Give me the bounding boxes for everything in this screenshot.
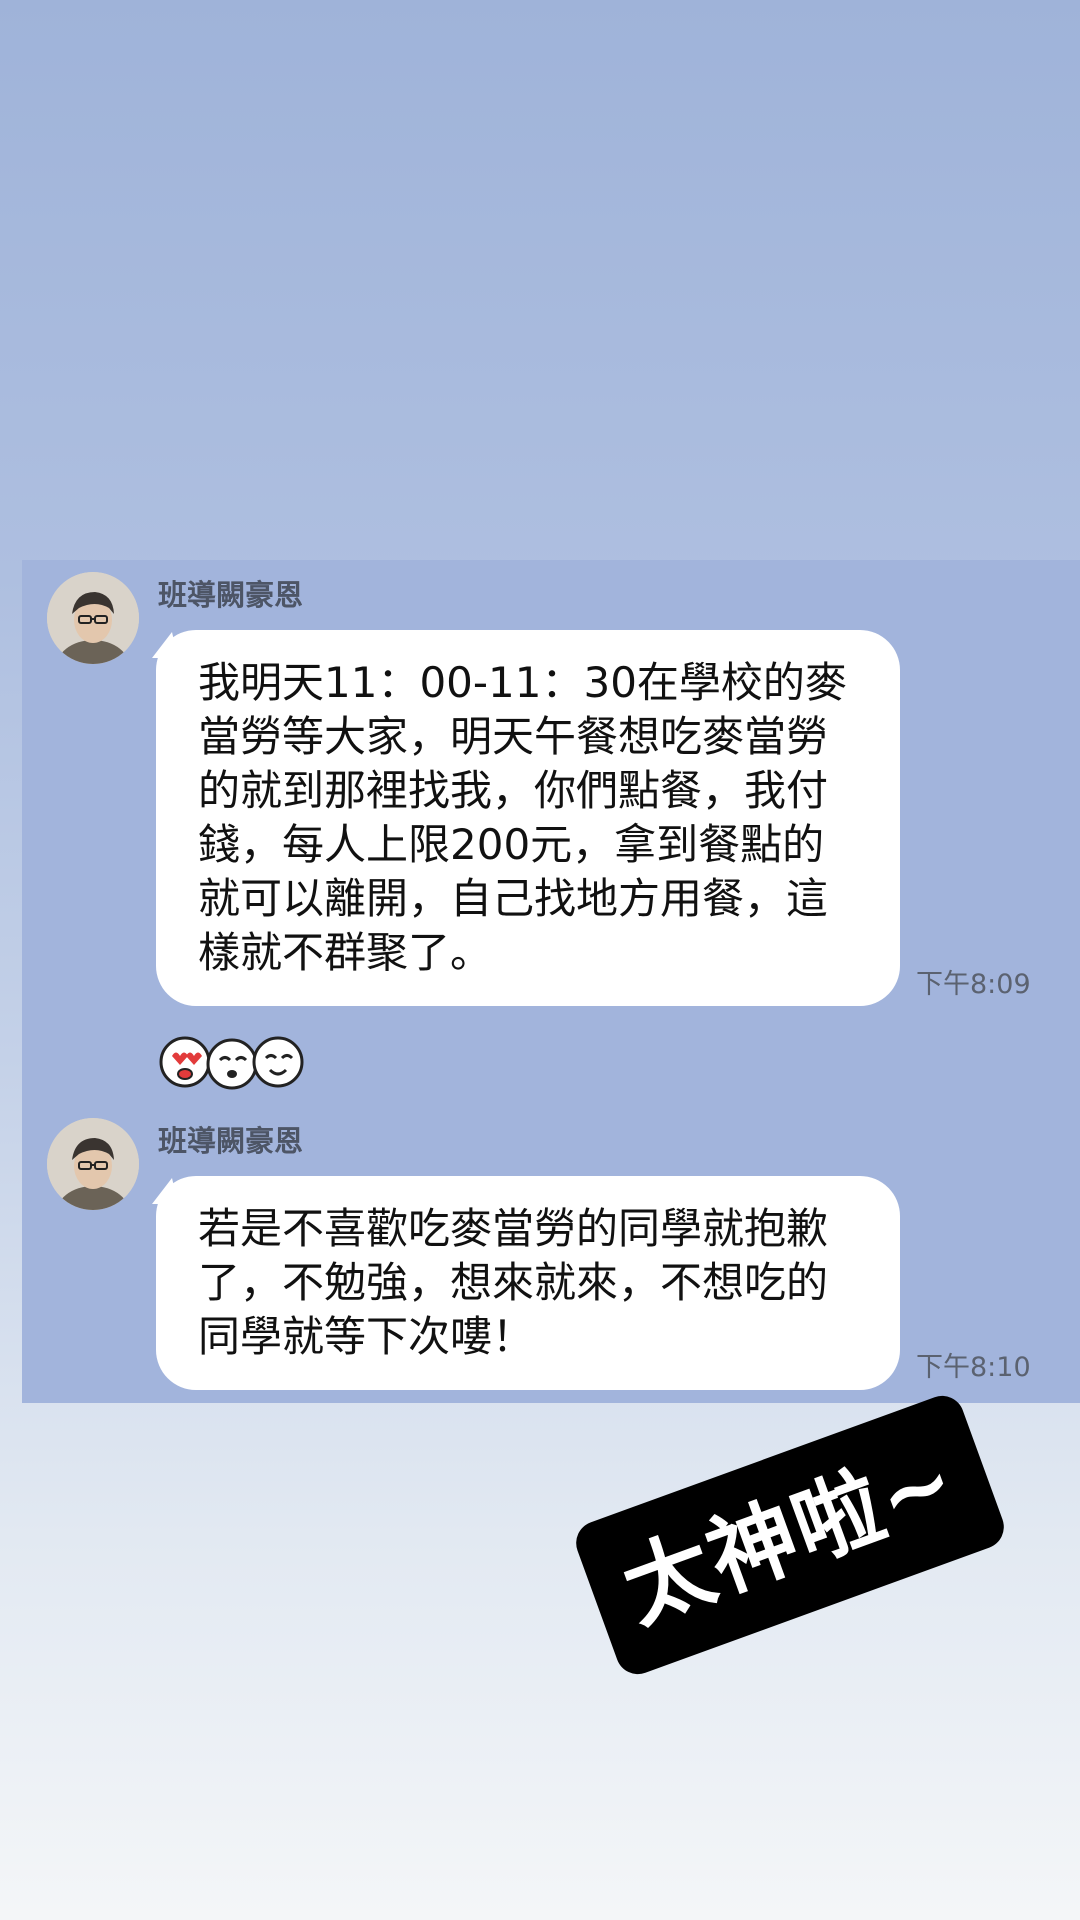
message-time: 下午8:10 [916,1352,1031,1383]
message-bubble[interactable]: 若是不喜歡吃麥當勞的同學就抱歉了，不勉強，想來就來，不想吃的同學就等下次嘍！ [156,1176,900,1390]
caption-banner: 太神啦~ [570,1389,1010,1681]
sender-name: 班導闕豪恩 [158,1124,304,1158]
sender-name: 班導闕豪恩 [158,578,304,612]
sticker-reactions[interactable] [158,1032,308,1092]
avatar[interactable] [47,572,139,664]
person-icon [47,572,139,664]
avatar[interactable] [47,1118,139,1210]
smiling-face-icon [252,1036,304,1088]
message-time: 下午8:09 [916,969,1031,1000]
heart-eyes-face-icon [159,1036,211,1088]
sticker-row [159,1036,304,1090]
chat-panel: 班導闕豪恩 我明天11：00-11：30在學校的麥當勞等大家，明天午餐想吃麥當勞… [22,560,1080,1403]
person-icon [47,1118,139,1210]
message-bubble[interactable]: 我明天11：00-11：30在學校的麥當勞等大家，明天午餐想吃麥當勞的就到那裡找… [156,630,900,1006]
crying-face-icon [206,1038,258,1090]
